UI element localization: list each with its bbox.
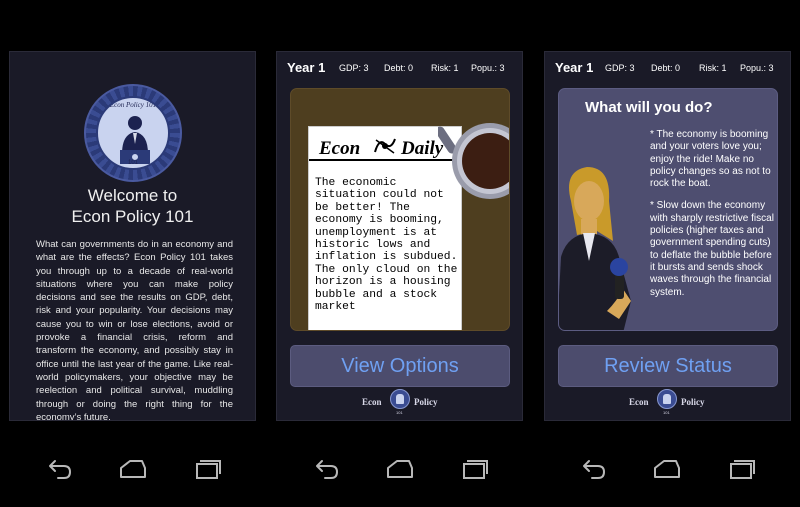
view-options-button[interactable]: View Options [290, 345, 510, 387]
footer-logo-number: 101 [663, 410, 670, 415]
popularity-stat: Popu.: 3 [740, 63, 774, 73]
coffee-mug-icon [438, 123, 509, 199]
masthead-right-text: Daily [401, 138, 444, 159]
welcome-screen: Econ Policy 101 101 Welcome to Econ Poli… [9, 51, 256, 421]
seal-number: 101 [127, 160, 138, 166]
welcome-description: What can governments do in an economy an… [36, 239, 233, 421]
popularity-stat: Popu.: 3 [471, 63, 505, 73]
footer-logo-right: Policy [414, 397, 438, 407]
welcome-title-line2: Econ Policy 101 [71, 207, 194, 226]
footer-logo-number: 101 [396, 410, 403, 415]
recent-apps-icon[interactable] [727, 455, 757, 485]
footer-logo-right: Policy [681, 397, 705, 407]
android-nav-bar [44, 455, 244, 485]
masthead-left-text: Econ [319, 138, 361, 159]
footer-logo: Econ Policy 101 [277, 388, 522, 418]
android-nav-bar [578, 455, 778, 485]
footer-logo: Econ Policy 101 [545, 388, 790, 418]
year-label: Year 1 [287, 60, 326, 75]
home-icon[interactable] [652, 455, 682, 485]
option-2[interactable]: * Slow down the economy with sharply res… [650, 200, 775, 298]
footer-seal-icon [657, 389, 677, 409]
newspaper-screen: Year 1 GDP: 3 Debt: 0 Risk: 1 Popu.: 3 E… [276, 51, 523, 421]
risk-stat: Risk: 1 [699, 63, 727, 73]
back-icon[interactable] [44, 455, 74, 485]
gdp-stat: GDP: 3 [339, 63, 369, 73]
risk-stat: Risk: 1 [431, 63, 459, 73]
footer-logo-left: Econ [362, 397, 382, 407]
recent-apps-icon[interactable] [460, 455, 490, 485]
welcome-title-line1: Welcome to [87, 186, 178, 205]
seal-ring-text: Econ Policy 101 [109, 101, 157, 109]
back-icon[interactable] [311, 455, 341, 485]
year-label: Year 1 [555, 60, 594, 75]
recent-apps-icon[interactable] [193, 455, 223, 485]
politician-illustration [120, 116, 150, 164]
back-icon[interactable] [578, 455, 608, 485]
home-icon[interactable] [385, 455, 415, 485]
debt-stat: Debt: 0 [651, 63, 681, 73]
footer-logo-left: Econ [629, 397, 649, 407]
econ-policy-seal-logo: Econ Policy 101 101 [84, 84, 182, 182]
masthead-emblem-icon [374, 138, 396, 154]
status-bar: Year 1 GDP: 3 Debt: 0 Risk: 1 Popu.: 3 [277, 52, 522, 82]
footer-seal-icon [390, 389, 410, 409]
status-bar: Year 1 GDP: 3 Debt: 0 Risk: 1 Popu.: 3 [545, 52, 790, 82]
newspaper-frame: Econ Daily The economic situation could … [290, 88, 510, 331]
home-icon[interactable] [118, 455, 148, 485]
options-screen: Year 1 GDP: 3 Debt: 0 Risk: 1 Popu.: 3 W… [544, 51, 791, 421]
android-nav-bar [311, 455, 511, 485]
reporter-illustration [559, 167, 631, 330]
review-status-button[interactable]: Review Status [558, 345, 778, 387]
welcome-title: Welcome to Econ Policy 101 [10, 185, 255, 227]
option-1[interactable]: * The economy is booming and your voters… [650, 129, 775, 190]
options-text: * The economy is booming and your voters… [650, 129, 775, 309]
debt-stat: Debt: 0 [384, 63, 414, 73]
gdp-stat: GDP: 3 [605, 63, 635, 73]
options-title: What will you do? [585, 99, 713, 116]
options-panel: What will you do? * The economy is boomi… [558, 88, 778, 331]
